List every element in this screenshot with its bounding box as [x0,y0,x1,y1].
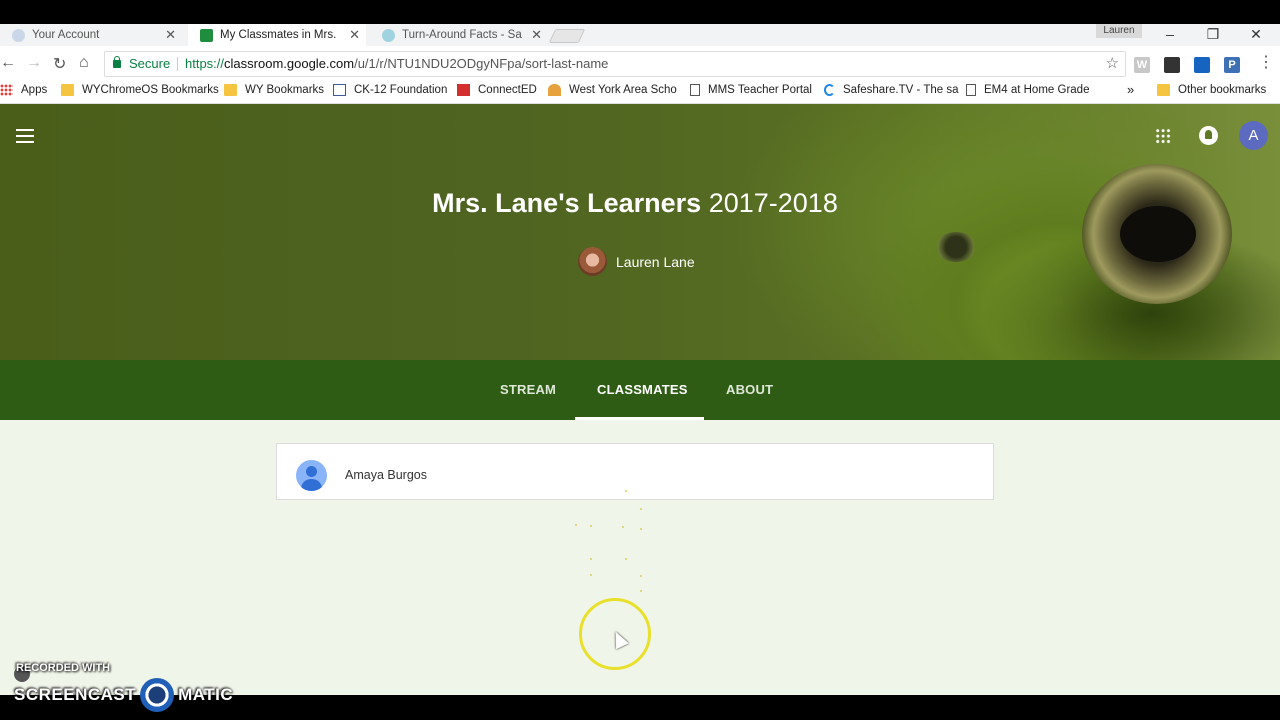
extension-w-icon[interactable]: W [1134,57,1150,73]
teacher-name: Lauren Lane [616,253,695,270]
watermark-right: MATIC [178,685,234,704]
class-name: Mrs. Lane's Learners [432,188,702,218]
secure-indicator[interactable]: Secure [113,55,171,71]
new-tab-button[interactable] [548,29,586,43]
google-apps-icon[interactable] [1155,128,1171,144]
student-name: Amaya Burgos [345,468,427,482]
chrome-menu-icon[interactable]: ⋮ [1258,52,1274,72]
account-avatar[interactable]: A [1239,121,1268,150]
page-icon [690,84,700,96]
screen: Your Account ✕ My Classmates in Mrs. La … [0,0,1280,720]
screencast-logo-icon [140,678,175,712]
tab-classmates[interactable]: CLASSMATES [597,382,688,397]
page-icon [966,84,976,96]
close-window-icon[interactable]: ✕ [1246,26,1266,43]
url-host: classroom.google.com [224,56,355,71]
tab-title: Your Account [32,29,100,41]
bookmark-apps[interactable]: Apps [0,84,47,96]
home-icon[interactable]: ⌂ [79,54,89,72]
classroom-favicon-icon [200,28,213,42]
profile-chip[interactable]: Lauren [1096,24,1142,38]
url-separator [177,57,178,71]
secure-label: Secure [129,56,171,71]
watermark-caption: RECORDED WITH [16,662,111,674]
bookmark-label: Other bookmarks [1178,84,1267,96]
tab-about[interactable]: ABOUT [726,382,773,397]
bookmark-safeshare[interactable]: Safeshare.TV - The sa [824,84,958,96]
teacher-avatar [578,247,607,276]
bookmarks-bar: Apps WYChromeOS Bookmarks WY Bookmarks C… [0,80,1280,104]
back-arrow-icon[interactable]: ← [0,54,16,72]
google-account-favicon-icon [12,28,25,42]
bookmark-label: WY Bookmarks [245,84,325,96]
bookmark-star-icon[interactable]: ☆ [1106,54,1119,72]
lock-icon [113,55,121,68]
bookmark-label: ConnectED [478,84,537,96]
browser-tab-strip: Your Account ✕ My Classmates in Mrs. La … [0,24,1280,46]
bookmark-mms-teacher-portal[interactable]: MMS Teacher Portal [690,84,812,96]
bookmark-label: WYChromeOS Bookmarks [82,84,219,96]
school-icon [548,84,561,96]
teacher-info[interactable]: Lauren Lane [578,247,695,276]
tab-stream[interactable]: STREAM [500,382,556,397]
bookmark-label: MMS Teacher Portal [708,84,812,96]
watermark-left: SCREENCAST [14,685,137,704]
minimize-icon[interactable]: – [1160,26,1180,42]
bookmark-label: Safeshare.TV - The sa [843,84,959,96]
restore-icon[interactable]: ❐ [1203,26,1223,43]
folder-icon [1157,84,1170,96]
class-section: 2017-2018 [708,188,838,218]
close-tab-icon[interactable]: ✕ [531,27,542,43]
bookmark-label: EM4 at Home Grade [984,84,1090,96]
class-title: Mrs. Lane's Learners 2017-2018 [0,188,1270,219]
student-avatar-person-icon [296,460,327,491]
folder-icon [224,84,237,96]
watermark-logo: SCREENCAST MATIC [14,678,233,712]
tab-title: Turn-Around Facts - Safe [402,29,522,41]
folder-icon [61,84,74,96]
url-scheme: https:// [185,56,225,71]
loading-spinner [570,490,650,592]
safeshare-favicon-icon [382,28,395,42]
bookmark-ck12[interactable]: CK-12 Foundation [333,84,447,96]
main-menu-icon[interactable] [16,129,34,143]
bookmark-em4[interactable]: EM4 at Home Grade [966,84,1089,96]
tab-my-classmates[interactable]: My Classmates in Mrs. La ✕ [188,24,366,46]
notifications-bell-icon[interactable] [1199,126,1218,145]
forward-arrow-icon[interactable]: → [26,54,42,72]
bookmarks-overflow-chevron-icon[interactable]: » [1127,82,1134,97]
safeshare-icon [824,84,835,96]
apps-grid-icon [0,84,13,96]
ck12-icon [333,84,346,96]
tab-turn-around-facts[interactable]: Turn-Around Facts - Safe ✕ [370,24,548,46]
classmates-list: Amaya Burgos [0,420,1280,695]
tab-title: My Classmates in Mrs. La [220,29,340,41]
class-nav-bar: STREAM CLASSMATES ABOUT [0,360,1280,420]
browser-toolbar: ← → ↻ ⌂ Secure https://classroom.google.… [0,46,1280,80]
bookmark-label: West York Area Scho [569,84,677,96]
extension-film-icon[interactable] [1164,57,1180,73]
close-tab-icon[interactable]: ✕ [349,27,360,43]
tab-your-account[interactable]: Your Account ✕ [0,24,182,46]
url-text[interactable]: https://classroom.google.com/u/1/r/NTU1N… [185,56,608,71]
url-path: /u/1/r/NTU1NDU2ODgyNFpa/sort-last-name [354,56,609,71]
bookmark-label: CK-12 Foundation [354,84,448,96]
frog-nostril-image [935,232,977,262]
bookmark-wychromeos[interactable]: WYChromeOS Bookmarks [61,84,219,96]
bookmark-connected[interactable]: ConnectED [457,84,537,96]
reload-icon[interactable]: ↻ [53,54,66,74]
close-tab-icon[interactable]: ✕ [165,27,176,43]
bookmark-label: Apps [21,84,48,96]
mcgraw-hill-icon [457,84,470,96]
class-banner: A Mrs. Lane's Learners 2017-2018 Lauren … [0,104,1280,360]
bookmark-wy-bookmarks[interactable]: WY Bookmarks [224,84,324,96]
address-bar[interactable]: Secure https://classroom.google.com/u/1/… [104,51,1126,77]
bookmark-west-york[interactable]: West York Area Scho [548,84,677,96]
extension-screencast-icon[interactable] [1194,57,1210,73]
extension-p-icon[interactable]: P [1224,57,1240,73]
bookmark-other-bookmarks[interactable]: Other bookmarks [1157,84,1266,96]
